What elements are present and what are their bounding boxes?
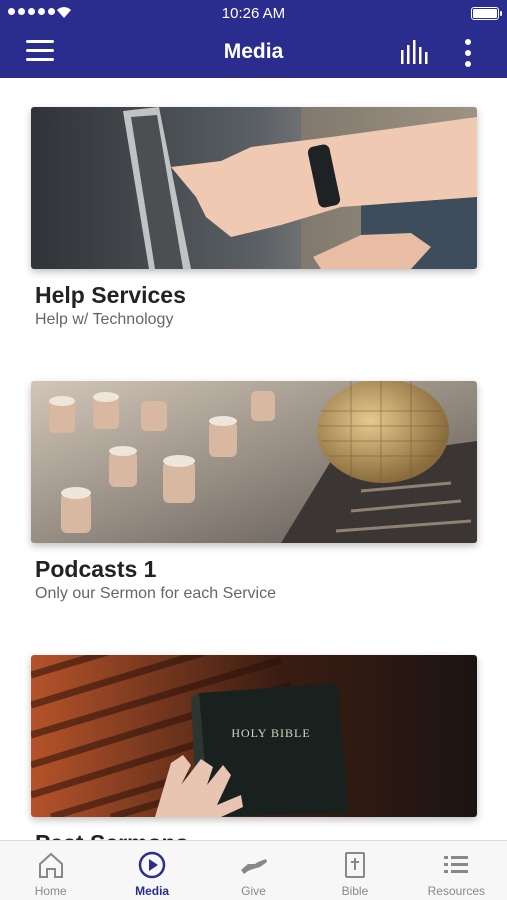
card-image-microphone <box>31 381 477 543</box>
tab-media[interactable]: Media <box>101 841 202 900</box>
bible-cover-text: HOLY BIBLE <box>231 726 310 740</box>
status-time: 10:26 AM <box>221 5 286 22</box>
card-subtitle: Only our Sermon for each Service <box>35 585 276 602</box>
tab-label: Give <box>241 884 266 898</box>
media-list: Help Services Help w/ Technology Podcast… <box>0 78 507 840</box>
battery-icon <box>471 7 502 20</box>
page-title: Media <box>223 40 284 63</box>
media-card-podcasts[interactable]: Podcasts 1 Only our Sermon for each Serv… <box>31 381 477 603</box>
card-image-tablet <box>31 107 477 269</box>
tab-label: Bible <box>341 884 369 898</box>
card-title: Podcasts 1 <box>35 556 157 582</box>
tab-label: Resources <box>427 884 485 898</box>
card-image-bible: HOLY BIBLE <box>31 655 477 817</box>
bottom-tab-bar: Home Media Give Bible Resources <box>0 840 507 900</box>
app-bar: Media <box>0 28 507 78</box>
card-title: Help Services <box>35 282 186 308</box>
status-bar: 10:26 AM <box>0 0 507 28</box>
tab-home[interactable]: Home <box>0 841 101 900</box>
card-subtitle: Help w/ Technology <box>35 311 174 328</box>
home-icon <box>38 852 63 878</box>
media-card-help-services[interactable]: Help Services Help w/ Technology <box>31 107 477 329</box>
tab-give[interactable]: Give <box>203 841 304 900</box>
play-circle-icon <box>138 851 166 879</box>
bar-chart-icon[interactable] <box>398 40 430 66</box>
more-vertical-icon[interactable] <box>460 38 476 68</box>
give-hand-icon <box>240 859 267 874</box>
card-title: Past Sermons <box>35 830 477 840</box>
tab-bible[interactable]: Bible <box>304 841 405 900</box>
tab-resources[interactable]: Resources <box>406 841 507 900</box>
media-card-past-sermons[interactable]: HOLY BIBLE Past Sermons <box>31 655 477 840</box>
bible-book-icon <box>344 852 365 878</box>
list-icon <box>444 856 469 873</box>
tab-label: Media <box>135 884 170 898</box>
tab-label: Home <box>34 884 67 898</box>
